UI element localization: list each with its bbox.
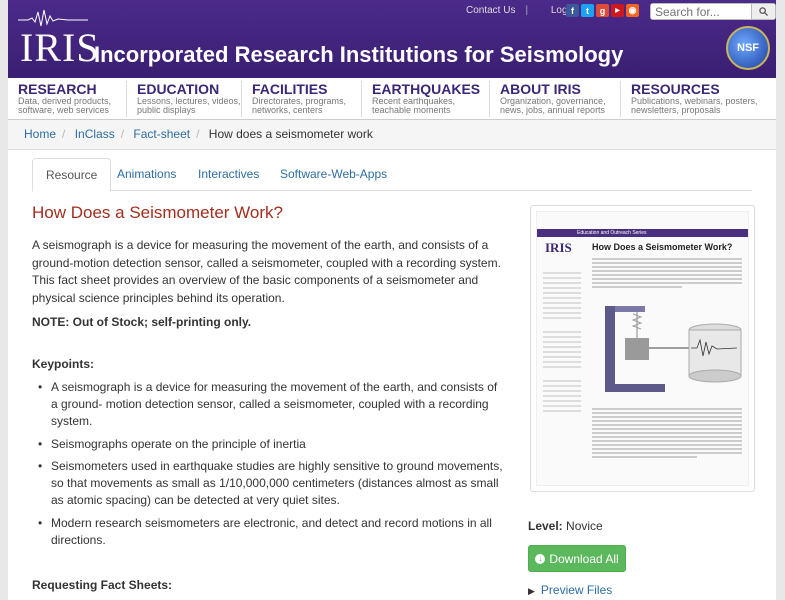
- nav-subtitle: Recent earthquakes, teachable moments: [372, 96, 456, 115]
- nav-about-iris[interactable]: ABOUT IRIS Organization, governance, new…: [490, 81, 621, 117]
- series-label: Education and Outreach Series: [577, 230, 647, 236]
- breadcrumb-home[interactable]: Home: [24, 127, 56, 141]
- contact-us-link[interactable]: Contact Us: [466, 5, 515, 16]
- breadcrumb-separator: /: [62, 127, 66, 141]
- breadcrumb-current: How does a seismometer work: [208, 127, 373, 141]
- search-button[interactable]: [751, 4, 775, 19]
- page-title: How Does a Seismometer Work?: [32, 203, 283, 222]
- list-item: A seismograph is a device for measuring …: [34, 379, 504, 430]
- nav-title: RESOURCES: [631, 81, 720, 97]
- level-label: Level:: [528, 519, 563, 533]
- breadcrumb-separator: /: [120, 127, 125, 141]
- nav-earthquakes[interactable]: EARTHQUAKES Recent earthquakes, teachabl…: [362, 81, 490, 117]
- nav-title: ABOUT IRIS: [500, 81, 581, 97]
- download-label: Download All: [549, 551, 619, 566]
- download-icon: ↓: [535, 553, 546, 564]
- list-item: Seismometers used in earthquake studies …: [34, 458, 504, 509]
- intro-paragraph: A seismograph is a device for measuring …: [32, 238, 501, 305]
- main-content: Resource Animations Interactives Softwar…: [8, 150, 776, 600]
- site-header: IRIS Incorporated Research Institutions …: [8, 0, 776, 78]
- breadcrumb-inclass[interactable]: InClass: [75, 127, 115, 141]
- caret-right-icon: ▶: [528, 586, 535, 596]
- seismometer-illustration: [605, 306, 742, 392]
- document-preview: Education and Outreach Series IRIS How D…: [536, 211, 749, 486]
- twitter-icon[interactable]: t: [581, 4, 594, 17]
- nsf-badge-text: NSF: [737, 42, 759, 54]
- nav-subtitle: Directorates, programs, networks, center…: [252, 96, 347, 115]
- level-value: Novice: [566, 519, 603, 533]
- stock-note: NOTE: Out of Stock; self-printing only.: [32, 315, 252, 329]
- search-input[interactable]: [651, 4, 747, 19]
- tab-animations[interactable]: Animations: [104, 158, 189, 191]
- document-text-lines: [592, 408, 742, 460]
- tab-resource[interactable]: Resource: [32, 158, 112, 192]
- facebook-icon[interactable]: f: [566, 4, 579, 17]
- google-plus-icon[interactable]: g: [596, 4, 609, 17]
- breadcrumb-fact-sheet[interactable]: Fact-sheet: [133, 127, 190, 141]
- requesting-heading: Requesting Fact Sheets:: [32, 578, 173, 592]
- tab-software-web-apps[interactable]: Software-Web-Apps: [267, 158, 400, 191]
- document-title: How Does a Seismometer Work?: [592, 242, 733, 252]
- level-info: Level: Novice: [528, 519, 603, 533]
- nav-title: FACILITIES: [252, 81, 328, 97]
- nav-resources[interactable]: RESOURCES Publications, webinars, poster…: [621, 81, 776, 117]
- youtube-icon[interactable]: ▶: [611, 4, 624, 17]
- preview-files-link[interactable]: ▶ Preview Files: [528, 583, 612, 597]
- main-nav: RESEARCH Data, derived products, softwar…: [8, 78, 776, 120]
- logo-text: IRIS: [20, 25, 100, 70]
- keypoints-list: A seismograph is a device for measuring …: [34, 379, 504, 554]
- breadcrumb-separator: /: [196, 127, 200, 141]
- social-icons: f t g ▶ ◉: [566, 4, 639, 17]
- document-logo: IRIS: [545, 240, 572, 255]
- tab-bar: Resource Animations Interactives Softwar…: [32, 158, 752, 192]
- document-text-lines: [592, 258, 742, 290]
- nav-title: RESEARCH: [18, 81, 97, 97]
- nav-subtitle: Lessons, lectures, videos, public displa…: [137, 96, 241, 115]
- search-icon: [759, 7, 768, 16]
- nav-title: EARTHQUAKES: [372, 81, 481, 97]
- nav-research[interactable]: RESEARCH Data, derived products, softwar…: [8, 81, 127, 117]
- nav-education[interactable]: EDUCATION Lessons, lectures, videos, pub…: [127, 81, 242, 117]
- rss-icon[interactable]: ◉: [626, 4, 639, 17]
- download-all-button[interactable]: ↓ Download All: [528, 545, 626, 572]
- nav-subtitle: Publications, webinars, posters, newslet…: [631, 96, 758, 115]
- nav-subtitle: Data, derived products, software, web se…: [18, 96, 112, 115]
- nsf-badge[interactable]: NSF: [726, 26, 770, 70]
- link-separator: |: [525, 5, 529, 16]
- nav-subtitle: Organization, governance, news, jobs, an…: [500, 96, 606, 115]
- nav-title: EDUCATION: [137, 81, 220, 97]
- series-bar: Education and Outreach Series: [537, 229, 748, 237]
- search-box: [650, 3, 776, 20]
- preview-label: Preview Files: [540, 583, 613, 597]
- list-item: Modern research seismometers are electro…: [34, 515, 504, 549]
- keypoints-heading: Keypoints:: [32, 357, 95, 371]
- breadcrumb: Home / InClass / Fact-sheet / How does a se…: [8, 120, 776, 150]
- list-item: Seismographs operate on the principle of…: [34, 436, 504, 453]
- site-title[interactable]: Incorporated Research Institutions for S…: [94, 42, 623, 68]
- tab-interactives[interactable]: Interactives: [185, 158, 272, 191]
- nav-facilities[interactable]: FACILITIES Directorates, programs, netwo…: [242, 81, 362, 117]
- fact-sheet-thumbnail[interactable]: Education and Outreach Series IRIS How D…: [530, 205, 755, 492]
- iris-logo[interactable]: IRIS: [18, 8, 99, 70]
- document-sidebar-text: [543, 272, 581, 415]
